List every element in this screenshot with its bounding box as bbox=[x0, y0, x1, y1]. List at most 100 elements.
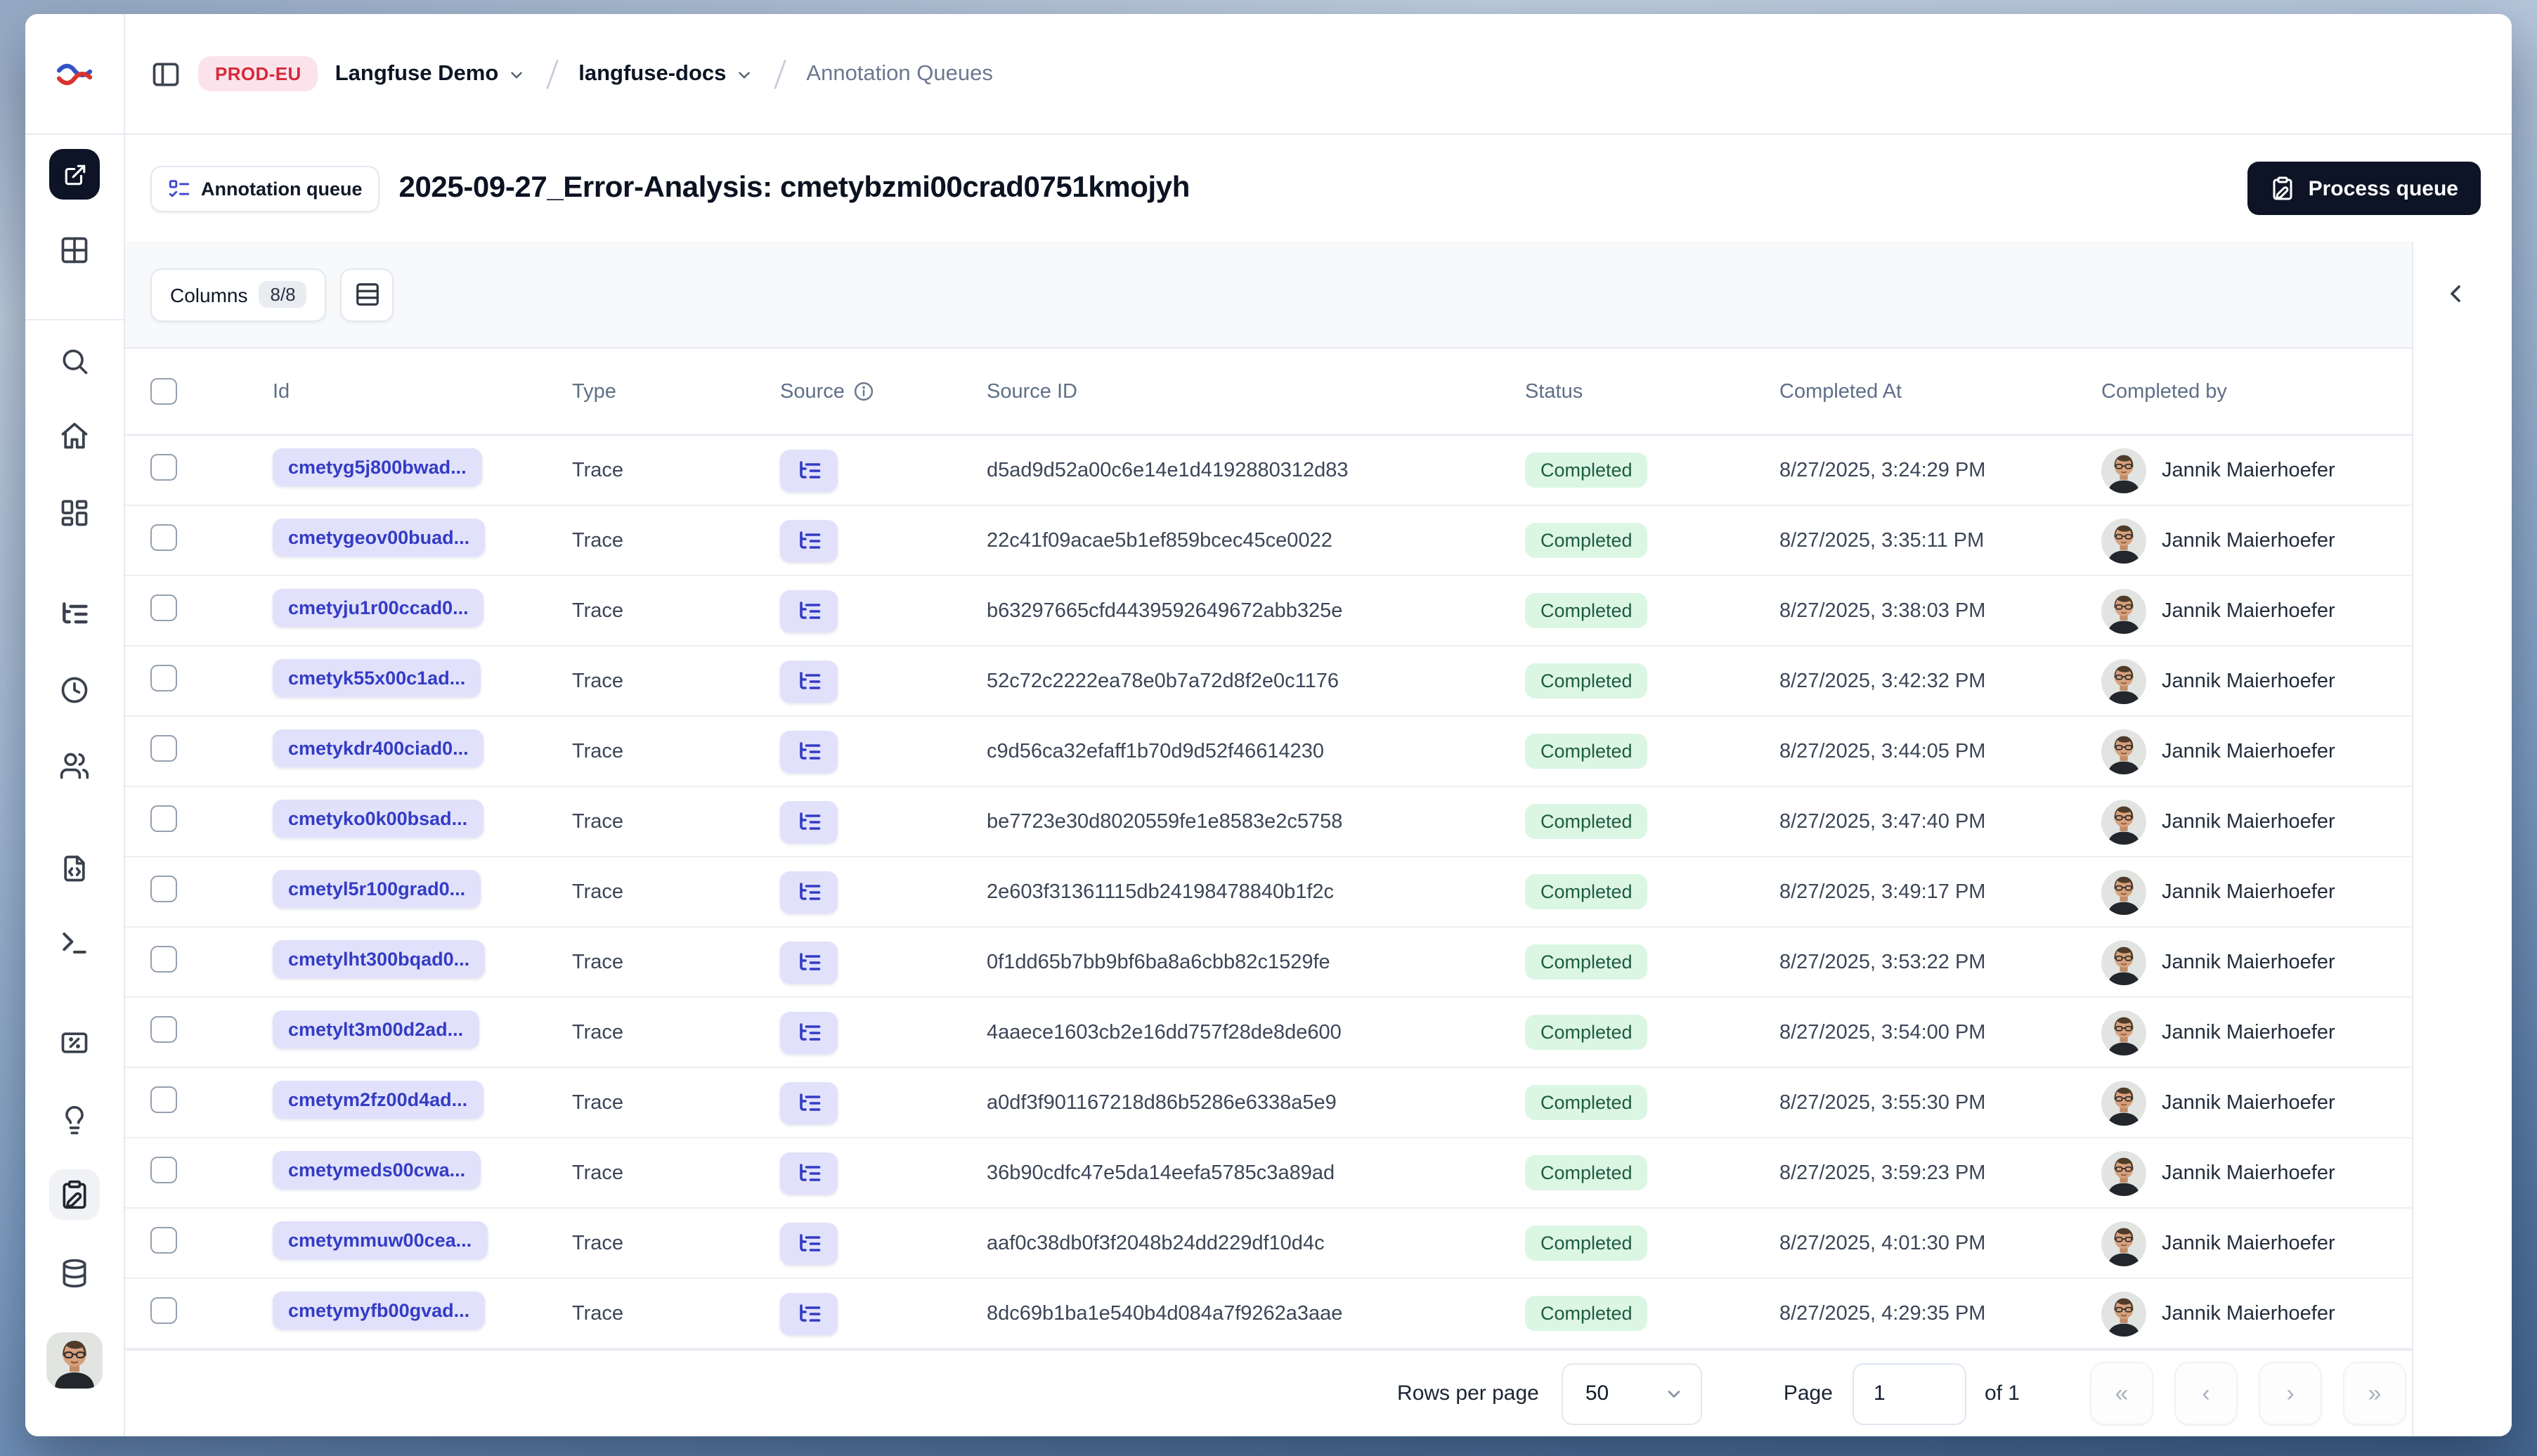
item-id-badge[interactable]: cmetyg5j800bwad... bbox=[273, 448, 482, 486]
columns-button[interactable]: Columns 8/8 bbox=[150, 268, 327, 321]
source-trace-button[interactable] bbox=[780, 871, 838, 913]
clock-icon[interactable] bbox=[59, 675, 90, 706]
row-checkbox[interactable] bbox=[150, 1226, 177, 1253]
panel-left-toggle-icon[interactable] bbox=[150, 58, 181, 89]
item-id-badge[interactable]: cmetygeov00buad... bbox=[273, 518, 486, 556]
item-id-badge[interactable]: cmetymeds00cwa... bbox=[273, 1150, 481, 1188]
columns-label: Columns bbox=[170, 283, 248, 306]
item-id-badge[interactable]: cmetyko0k00bsad... bbox=[273, 799, 484, 837]
item-id-badge[interactable]: cmetylt3m00d2ad... bbox=[273, 1010, 479, 1048]
row-checkbox[interactable] bbox=[150, 805, 177, 831]
page-input[interactable] bbox=[1852, 1363, 1966, 1424]
clipboard-pen-icon-active[interactable] bbox=[49, 1169, 100, 1220]
completed-at: 8/27/2025, 3:47:40 PM bbox=[1779, 810, 1986, 833]
completed-by-name: Jannik Maierhoefer bbox=[2162, 1302, 2335, 1325]
search-icon[interactable] bbox=[59, 346, 90, 377]
previous-page-button[interactable]: ‹ bbox=[2174, 1362, 2238, 1425]
row-checkbox[interactable] bbox=[150, 875, 177, 902]
list-tree-icon[interactable] bbox=[59, 599, 90, 630]
slash-separator bbox=[770, 56, 789, 92]
completed-by-avatar bbox=[2101, 799, 2146, 844]
table-body: cmetyg5j800bwad... Trace d5ad9d52a00c6e1… bbox=[125, 436, 2412, 1349]
user-avatar[interactable] bbox=[46, 1332, 103, 1389]
first-page-button[interactable]: « bbox=[2090, 1362, 2153, 1425]
percent-card-icon[interactable] bbox=[59, 1027, 90, 1058]
item-id-badge[interactable]: cmetyl5r100grad0... bbox=[273, 869, 481, 907]
table-header: Id Type Source Source ID Status Complete… bbox=[125, 349, 2412, 436]
header-completed-at: Completed At bbox=[1779, 380, 1902, 403]
completed-by-avatar bbox=[2101, 588, 2146, 633]
completed-at: 8/27/2025, 3:54:00 PM bbox=[1779, 1021, 1986, 1044]
project-selector[interactable]: langfuse-docs bbox=[578, 61, 753, 86]
row-checkbox[interactable] bbox=[150, 945, 177, 972]
source-trace-button[interactable] bbox=[780, 1292, 838, 1334]
breadcrumb-page: Annotation Queues bbox=[806, 61, 993, 85]
table-row: cmetymmuw00cea... Trace aaf0c38db0f3f204… bbox=[125, 1209, 2412, 1279]
status-badge: Completed bbox=[1525, 944, 1648, 980]
select-all-checkbox[interactable] bbox=[150, 378, 177, 405]
row-checkbox[interactable] bbox=[150, 1296, 177, 1323]
grid-icon[interactable] bbox=[59, 235, 90, 266]
source-trace-button[interactable] bbox=[780, 730, 838, 772]
header-source-id: Source ID bbox=[987, 380, 1077, 403]
status-badge: Completed bbox=[1525, 1155, 1648, 1190]
last-page-button[interactable]: » bbox=[2343, 1362, 2406, 1425]
source-trace-button[interactable] bbox=[780, 1222, 838, 1264]
database-icon[interactable] bbox=[59, 1258, 90, 1289]
source-trace-button[interactable] bbox=[780, 660, 838, 702]
item-id-badge[interactable]: cmetymmuw00cea... bbox=[273, 1221, 488, 1259]
source-trace-button[interactable] bbox=[780, 519, 838, 561]
list-tree-icon bbox=[796, 1301, 822, 1326]
next-page-button[interactable]: › bbox=[2259, 1362, 2322, 1425]
item-type: Trace bbox=[572, 670, 624, 692]
source-trace-button[interactable] bbox=[780, 590, 838, 632]
completed-at: 8/27/2025, 3:59:23 PM bbox=[1779, 1162, 1986, 1184]
users-icon[interactable] bbox=[59, 750, 90, 781]
row-checkbox[interactable] bbox=[150, 1086, 177, 1112]
row-checkbox[interactable] bbox=[150, 1015, 177, 1042]
item-id-badge[interactable]: cmetyju1r00ccad0... bbox=[273, 588, 484, 626]
row-checkbox[interactable] bbox=[150, 524, 177, 550]
source-trace-button[interactable] bbox=[780, 1152, 838, 1194]
row-checkbox[interactable] bbox=[150, 594, 177, 620]
right-panel-strip bbox=[2412, 242, 2512, 1436]
source-trace-button[interactable] bbox=[780, 1011, 838, 1053]
collapse-panel-button[interactable] bbox=[2441, 273, 2484, 315]
home-icon[interactable] bbox=[59, 420, 90, 451]
org-selector[interactable]: Langfuse Demo bbox=[335, 61, 526, 86]
lightbulb-icon[interactable] bbox=[59, 1105, 90, 1136]
item-id-badge[interactable]: cmetymyfb00gvad... bbox=[273, 1291, 486, 1329]
status-badge: Completed bbox=[1525, 1015, 1648, 1050]
header-source: Source bbox=[755, 380, 961, 403]
row-checkbox[interactable] bbox=[150, 664, 177, 691]
process-queue-button[interactable]: Process queue bbox=[2247, 162, 2481, 215]
row-checkbox[interactable] bbox=[150, 734, 177, 761]
source-trace-button[interactable] bbox=[780, 449, 838, 491]
table-row: cmetylht300bqad0... Trace 0f1dd65b7bb9bf… bbox=[125, 928, 2412, 998]
item-id-badge[interactable]: cmetyk55x00c1ad... bbox=[273, 658, 481, 696]
item-id-badge[interactable]: cmetykdr400ciad0... bbox=[273, 729, 484, 767]
chevron-down-icon bbox=[734, 66, 753, 84]
row-checkbox[interactable] bbox=[150, 1156, 177, 1183]
completed-by-name: Jannik Maierhoefer bbox=[2162, 810, 2335, 833]
table-row: cmetykdr400ciad0... Trace c9d56ca32efaff… bbox=[125, 717, 2412, 787]
completed-at: 8/27/2025, 3:44:05 PM bbox=[1779, 740, 1986, 762]
table-row: cmetyk55x00c1ad... Trace 52c72c2222ea78e… bbox=[125, 646, 2412, 717]
row-checkbox[interactable] bbox=[150, 453, 177, 480]
status-badge: Completed bbox=[1525, 593, 1648, 628]
file-code-icon[interactable] bbox=[59, 853, 90, 884]
row-height-button[interactable] bbox=[340, 268, 394, 321]
terminal-icon[interactable] bbox=[59, 928, 90, 958]
source-trace-button[interactable] bbox=[780, 800, 838, 843]
completed-by-avatar bbox=[2101, 1150, 2146, 1195]
item-id-badge[interactable]: cmetylht300bqad0... bbox=[273, 940, 486, 977]
external-link-icon[interactable] bbox=[49, 149, 100, 200]
table-row: cmetymeds00cwa... Trace 36b90cdfc47e5da1… bbox=[125, 1138, 2412, 1209]
rows-per-page-select[interactable]: 50 bbox=[1561, 1363, 1702, 1424]
source-trace-button[interactable] bbox=[780, 1081, 838, 1124]
source-trace-button[interactable] bbox=[780, 941, 838, 983]
item-id-badge[interactable]: cmetym2fz00d4ad... bbox=[273, 1080, 484, 1118]
item-type: Trace bbox=[572, 1232, 624, 1254]
dashboard-icon[interactable] bbox=[59, 498, 90, 528]
source-id: d5ad9d52a00c6e14e1d4192880312d83 bbox=[987, 459, 1349, 481]
